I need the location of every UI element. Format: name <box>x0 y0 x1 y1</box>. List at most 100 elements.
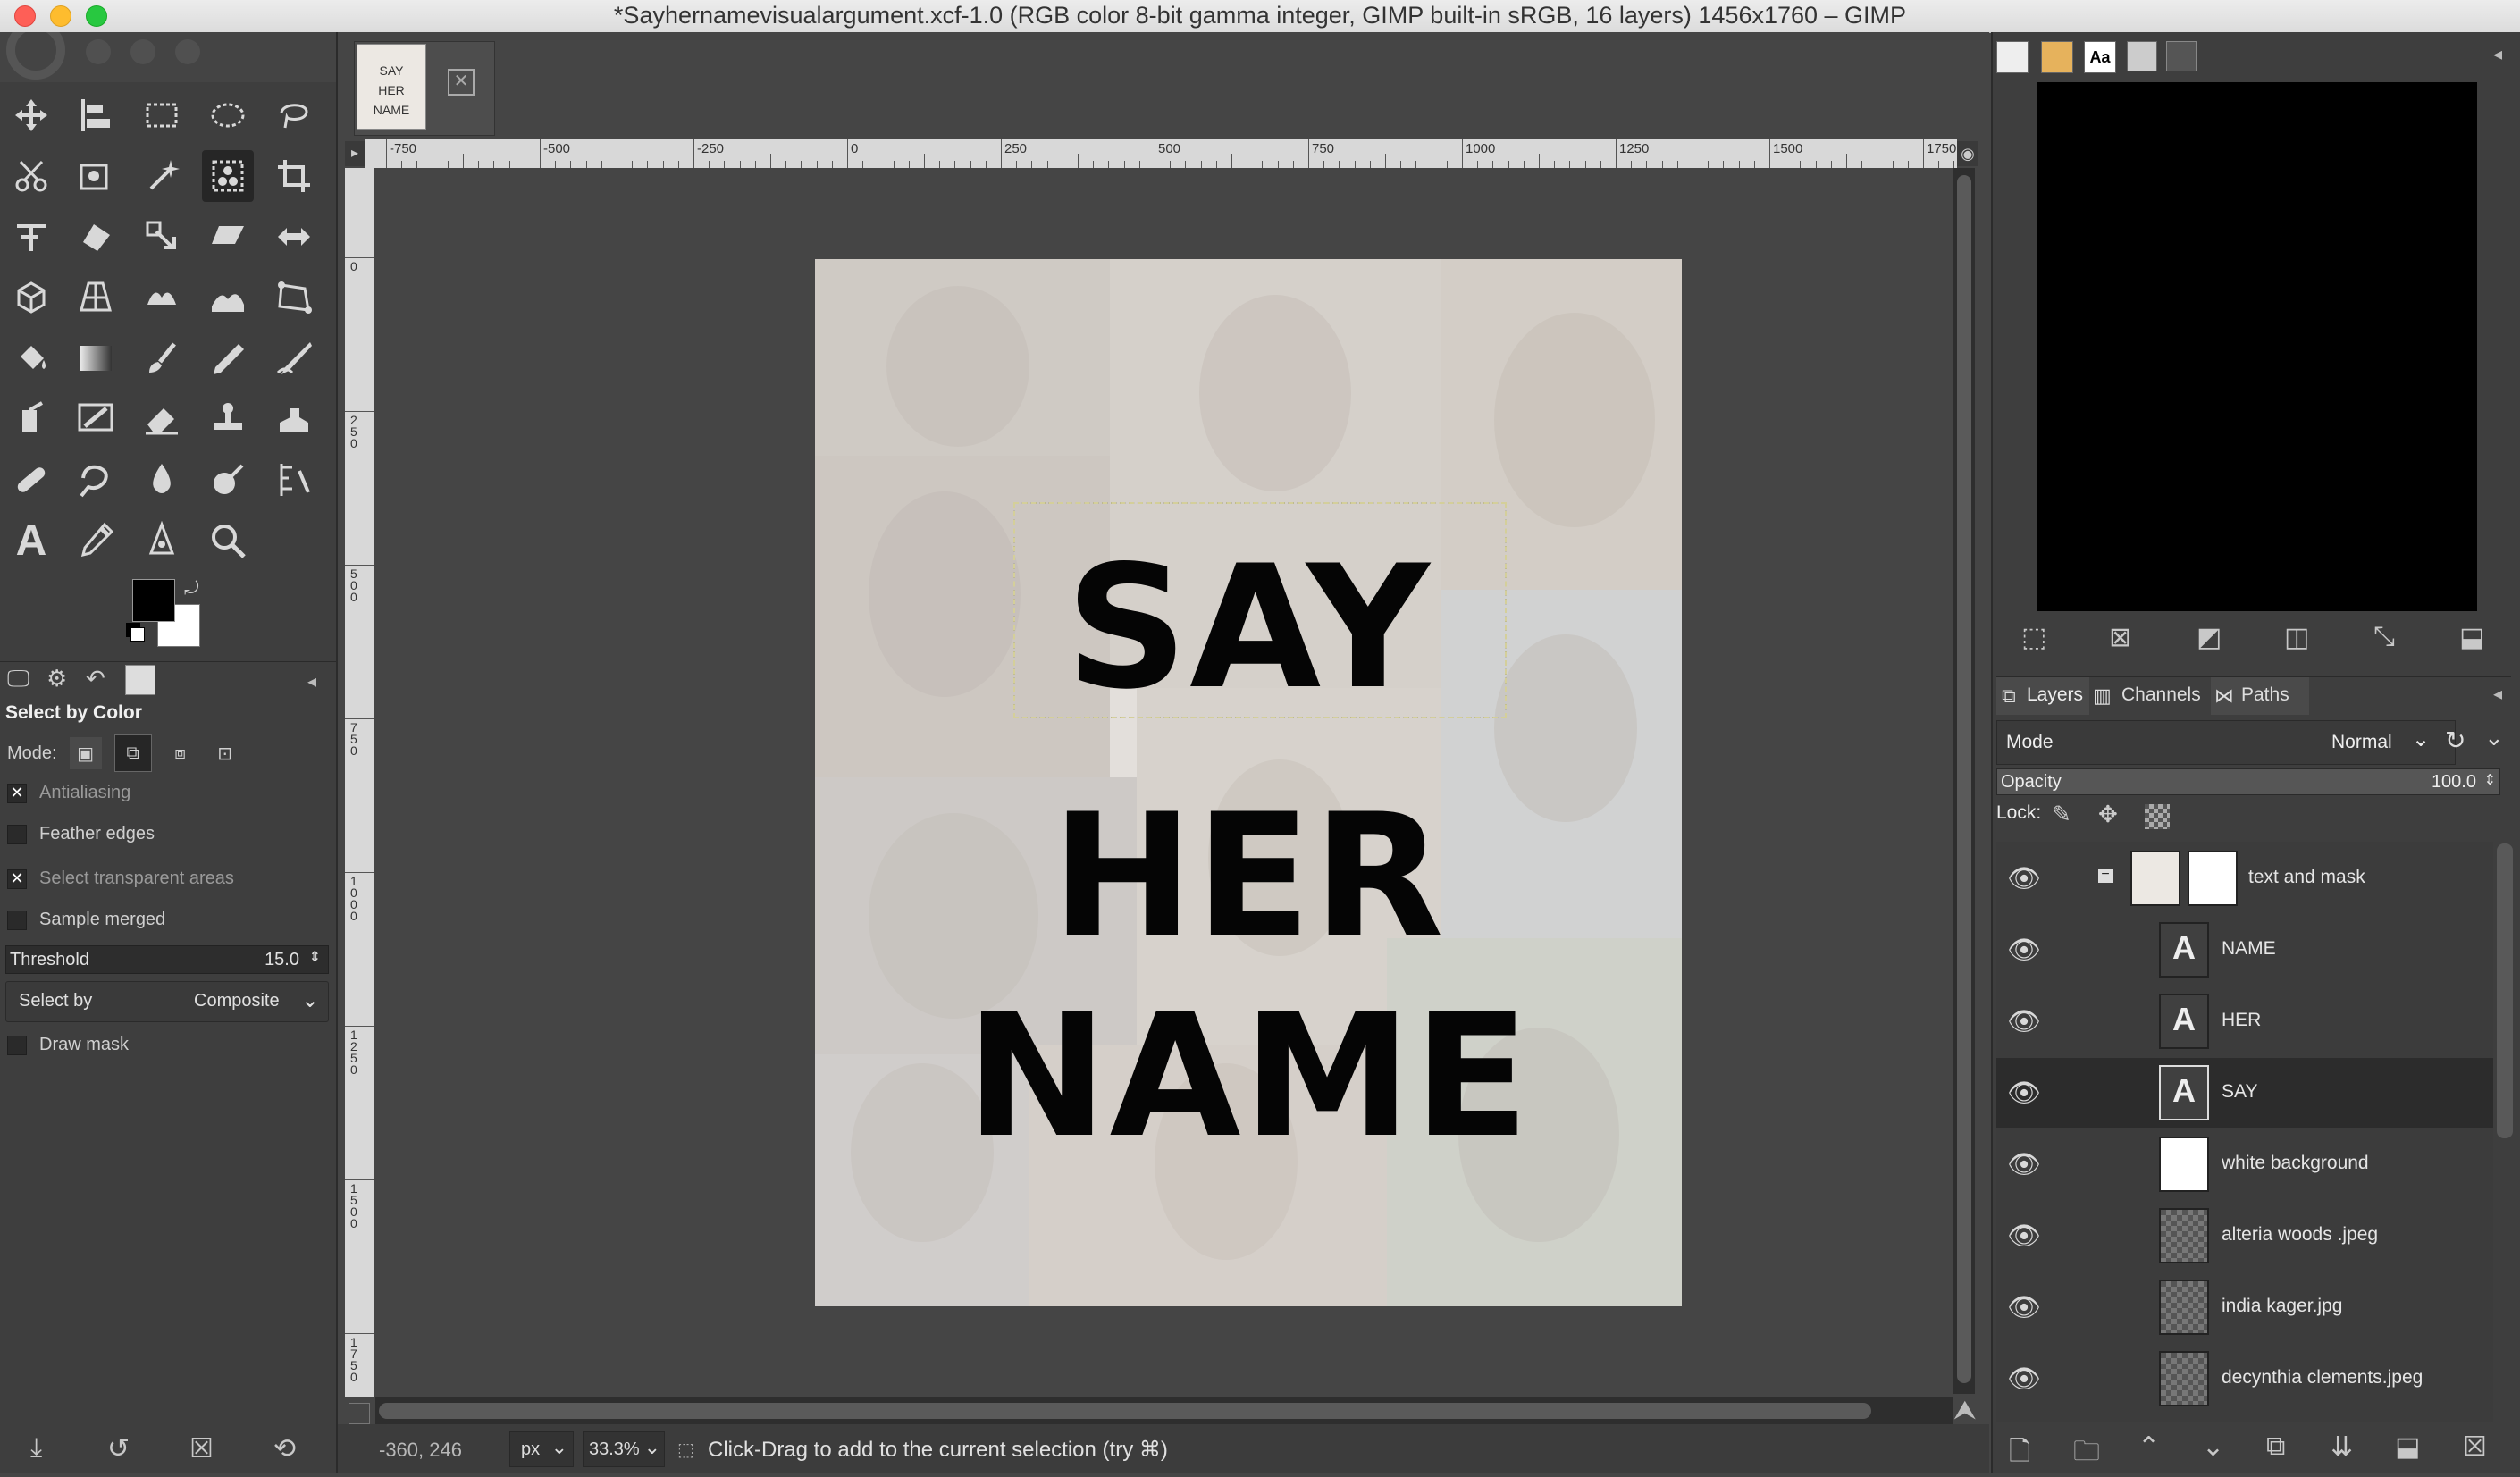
feather-edges-option[interactable]: Feather edges <box>7 824 155 844</box>
visibility-eye-icon[interactable]: 👁 <box>2007 935 2041 966</box>
antialiasing-checkbox[interactable]: ✕ <box>7 783 27 803</box>
select-by-combo[interactable]: Select by Composite ⌄ <box>5 981 329 1022</box>
lower-layer-icon[interactable]: ⌄ <box>2202 1431 2224 1463</box>
visibility-eye-icon[interactable]: 👁 <box>2007 1221 2041 1252</box>
layers-scroll-thumb[interactable] <box>2497 843 2513 1138</box>
perspective-clone-icon[interactable] <box>202 272 254 323</box>
perspective-icon[interactable] <box>70 272 122 323</box>
select-transparent-checkbox[interactable]: ✕ <box>7 869 27 889</box>
draw-mask-checkbox[interactable] <box>7 1035 27 1055</box>
ellipse-select-icon[interactable] <box>202 89 254 141</box>
layer-row[interactable]: 👁 − text and mask <box>1996 843 2493 913</box>
opacity-spin-icon[interactable]: ⇕ <box>2484 771 2496 789</box>
patterns-tab-icon[interactable] <box>2041 41 2073 73</box>
rect-select-icon[interactable] <box>136 89 188 141</box>
shear-icon[interactable] <box>202 211 254 263</box>
draw-mask-option[interactable]: Draw mask <box>7 1035 129 1055</box>
tab-channels[interactable]: ▥ Channels <box>2091 677 2207 715</box>
mypaint-brush-icon[interactable] <box>70 393 122 445</box>
zoom-in-icon[interactable]: ⊠ <box>2109 622 2131 653</box>
ink-icon[interactable] <box>268 332 320 384</box>
eraser-icon[interactable] <box>136 393 188 445</box>
foreground-select-icon[interactable] <box>70 150 122 202</box>
measure-icon[interactable] <box>268 454 320 506</box>
shrink-wrap-icon[interactable]: ⬓ <box>2459 622 2484 653</box>
navigation-tab-icon[interactable] <box>2166 41 2197 71</box>
configure-layers-tab-icon[interactable]: ◂ <box>2493 683 2502 705</box>
pencil-icon[interactable] <box>202 332 254 384</box>
lock-position-icon[interactable]: ✥ <box>2098 801 2118 828</box>
feather-edges-checkbox[interactable] <box>7 824 27 844</box>
save-options-icon[interactable]: ⤓ <box>30 1433 42 1464</box>
document-history-tab-icon[interactable] <box>2127 41 2157 71</box>
layer-row[interactable]: 👁 alteria woods .jpeg <box>1996 1201 2493 1271</box>
flip-icon[interactable] <box>268 211 320 263</box>
handle-transform-icon[interactable] <box>268 272 320 323</box>
quick-mask-toggle-icon[interactable]: ▸ <box>345 141 365 166</box>
zoom-tool-icon[interactable] <box>202 515 254 566</box>
3d-transform-icon[interactable] <box>5 272 57 323</box>
image-tab[interactable]: SAY HER NAME ✕ <box>354 41 495 136</box>
new-layer-group-icon[interactable]: 🗀 <box>2073 1431 2100 1477</box>
paths-tool-icon[interactable] <box>136 515 188 566</box>
align-tool-icon[interactable] <box>70 89 122 141</box>
swap-colors-icon[interactable]: ⤾ <box>184 579 199 600</box>
delete-layer-icon[interactable]: ☒ <box>2463 1431 2487 1463</box>
clone-stamp-icon[interactable] <box>202 393 254 445</box>
navigation-preview[interactable] <box>2037 82 2477 611</box>
opacity-slider[interactable]: Opacity 100.0 ⇕ <box>1996 768 2500 795</box>
text-tool-icon[interactable]: A <box>5 515 57 566</box>
visibility-eye-icon[interactable]: 👁 <box>2007 1292 2041 1323</box>
fit-image-icon[interactable]: ⤡ <box>2373 622 2395 652</box>
undo-history-tab-icon[interactable]: ↶ <box>86 665 105 692</box>
fuzzy-select-icon[interactable] <box>136 150 188 202</box>
brushes-tab-icon[interactable] <box>1996 41 2029 73</box>
mode-intersect-button[interactable]: ⊡ <box>209 737 241 769</box>
mode-subtract-button[interactable]: ⧈ <box>164 737 197 769</box>
device-status-tab-icon[interactable]: ⚙ <box>46 665 67 692</box>
collapse-group-icon[interactable]: − <box>2098 868 2113 883</box>
zoom-100-icon[interactable]: ◩ <box>2197 622 2222 653</box>
restore-options-icon[interactable]: ↺ <box>107 1433 130 1464</box>
visibility-eye-icon[interactable]: 👁 <box>2007 1364 2041 1395</box>
layer-row-selected[interactable]: 👁 A SAY <box>1996 1058 2493 1128</box>
layer-boundary-selection[interactable] <box>1013 502 1507 718</box>
close-tab-icon[interactable]: ✕ <box>448 69 475 96</box>
lock-alpha-icon[interactable] <box>2145 804 2170 829</box>
chevron-down-icon[interactable]: ⌄ <box>2484 724 2504 751</box>
unit-combo[interactable]: px ⌄ <box>509 1431 574 1467</box>
wilber-drop-area[interactable] <box>0 21 336 82</box>
paintbrush-icon[interactable] <box>136 332 188 384</box>
quick-mask-icon[interactable] <box>349 1403 370 1424</box>
configure-tab-icon[interactable]: ◂ <box>2493 43 2502 65</box>
sample-merged-checkbox[interactable] <box>7 910 27 930</box>
raise-layer-icon[interactable]: ⌃ <box>2138 1431 2160 1463</box>
mode-replace-button[interactable]: ▣ <box>69 737 102 769</box>
color-picker-icon[interactable] <box>70 515 122 566</box>
antialiasing-option[interactable]: ✕ Antialiasing <box>7 783 130 803</box>
horizontal-scrollbar[interactable] <box>375 1397 1953 1424</box>
mask-layer-icon[interactable]: ⬓ <box>2395 1431 2420 1463</box>
configure-tab-icon[interactable]: ◂ <box>307 670 316 692</box>
cage-transform-icon[interactable] <box>136 272 188 323</box>
zoom-fit-icon[interactable]: ◉ <box>1957 141 1978 166</box>
duplicate-layer-icon[interactable]: ⧉ <box>2266 1431 2285 1462</box>
scissors-icon[interactable] <box>5 150 57 202</box>
zoom-combo[interactable]: 33.3% ⌄ <box>583 1431 665 1467</box>
lasso-icon[interactable] <box>268 89 320 141</box>
layer-row[interactable]: 👁 A HER <box>1996 986 2493 1056</box>
zoom-out-icon[interactable]: ⬚ <box>2021 622 2046 653</box>
horizontal-scroll-thumb[interactable] <box>379 1403 1871 1419</box>
crop-icon[interactable] <box>268 150 320 202</box>
smudge-icon[interactable] <box>70 454 122 506</box>
fonts-tab-icon[interactable]: Aa <box>2084 41 2116 73</box>
layer-row[interactable]: 👁 india kager.jpg <box>1996 1272 2493 1342</box>
tool-options-tab-icon[interactable]: 🖵 <box>7 665 29 693</box>
threshold-spin-icon[interactable]: ⇕ <box>309 948 321 966</box>
image-canvas[interactable]: SAY HER NAME <box>815 259 1682 1306</box>
move-tool-icon[interactable] <box>5 89 57 141</box>
unified-transform-icon[interactable] <box>5 211 57 263</box>
images-tab-icon[interactable] <box>125 665 155 695</box>
navigate-icon[interactable]: ⮝ <box>1953 1396 1977 1426</box>
vertical-scroll-thumb[interactable] <box>1957 175 1971 1383</box>
